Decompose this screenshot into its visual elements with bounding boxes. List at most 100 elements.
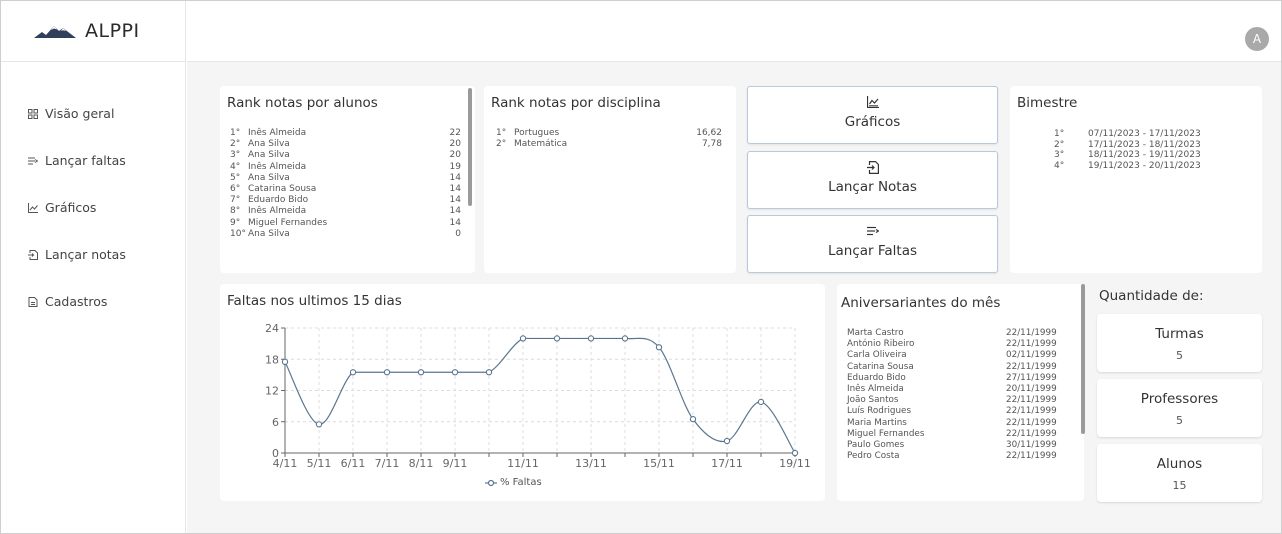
bimestre-card: Bimestre 1° 07/11/2023 - 17/11/2023 2° 17/1… <box>1010 86 1262 273</box>
sidebar-item-graficos[interactable]: Gráficos <box>1 184 185 231</box>
subject-name: Portugues <box>514 128 560 138</box>
x-tick-label: 8/11 <box>409 457 434 470</box>
x-tick-label: 19/11 <box>779 457 811 470</box>
birthday-date: 02/11/1999 <box>1006 350 1057 361</box>
rank-position: 2° <box>230 139 241 150</box>
sidebar-item-label: Visão geral <box>45 106 115 121</box>
list-item: Eduardo Bido 27/11/1999 <box>847 373 1066 384</box>
student-score: 20 <box>449 150 461 161</box>
student-name: Ana Silva <box>248 228 290 239</box>
list-item: Inês Almeida 20/11/1999 <box>847 384 1066 395</box>
sidebar-item-visao-geral[interactable]: Visão geral <box>1 90 185 137</box>
dashboard-main: Rank notas por alunos 1° Inês Almeida 22 2°… <box>187 62 1281 533</box>
list-item: 5° Ana Silva 14 <box>230 173 461 184</box>
lancar-notas-button[interactable]: Lançar Notas <box>747 151 998 209</box>
list-item: 2° Ana Silva 20 <box>230 139 461 150</box>
data-point <box>757 398 765 406</box>
bimestre-range: 17/11/2023 - 18/11/2023 <box>1088 139 1201 150</box>
data-point <box>621 335 629 342</box>
data-point <box>417 369 425 376</box>
sidebar-item-label: Gráficos <box>45 200 97 215</box>
rank-position: 9° <box>230 217 241 228</box>
bimestre-list: 1° 07/11/2023 - 17/11/2023 2° 17/11/2023 - … <box>1054 129 1201 171</box>
y-tick-label: 18 <box>265 353 279 366</box>
chart-icon <box>748 96 997 110</box>
professores-card[interactable]: Professores 5 <box>1097 379 1262 437</box>
data-point <box>451 369 459 376</box>
data-point <box>519 335 527 342</box>
rank-position: 4° <box>230 161 241 172</box>
birthday-date: 22/11/1999 <box>1006 406 1057 417</box>
rank-position: 7° <box>230 195 241 206</box>
student-score: 14 <box>449 172 461 183</box>
data-point <box>315 421 323 428</box>
rank-position: 1° <box>496 128 507 138</box>
grid-icon <box>27 108 39 120</box>
birthday-date: 22/11/1999 <box>1006 339 1057 350</box>
list-item: 2° 17/11/2023 - 18/11/2023 <box>1054 140 1201 151</box>
sidebar-item-lancar-notas[interactable]: Lançar notas <box>1 231 185 278</box>
list-item: Maria Martins 22/11/1999 <box>847 418 1066 429</box>
list-item: 1° 07/11/2023 - 17/11/2023 <box>1054 129 1201 140</box>
birthday-date: 27/11/1999 <box>1006 372 1057 383</box>
student-name: Ana Silva <box>248 139 290 150</box>
graficos-button[interactable]: Gráficos <box>747 86 998 144</box>
rank-alunos-scrollbar[interactable] <box>468 88 472 206</box>
turmas-label: Turmas <box>1155 326 1204 342</box>
turmas-card[interactable]: Turmas 5 <box>1097 314 1262 372</box>
birthday-date: 22/11/1999 <box>1006 451 1057 462</box>
data-point <box>587 335 595 342</box>
rank-alunos-list: 1° Inês Almeida 22 2° Ana Silva 20 3° Ana Silva… <box>230 128 461 240</box>
birthday-date: 22/11/1999 <box>1006 361 1057 372</box>
rank-disciplina-card: Rank notas por disciplina 1° Portugues 16,… <box>484 86 736 273</box>
top-bar: A <box>187 1 1281 62</box>
chart-icon <box>27 202 39 214</box>
list-arrow-icon <box>748 225 997 239</box>
student-name: Catarina Sousa <box>248 183 317 194</box>
x-tick-label: 13/11 <box>575 457 607 470</box>
sidebar-item-label: Lançar faltas <box>45 153 126 168</box>
logo[interactable]: ALPPI <box>1 1 185 62</box>
list-item: 6° Catarina Sousa 14 <box>230 184 461 195</box>
list-item: 8° Inês Almeida 14 <box>230 206 461 217</box>
sidebar-item-label: Cadastros <box>45 294 108 309</box>
birthday-name: Miguel Fernandes <box>847 428 925 439</box>
birthday-date: 22/11/1999 <box>1006 428 1057 439</box>
list-item: João Santos 22/11/1999 <box>847 395 1066 406</box>
birthday-date: 22/11/1999 <box>1006 328 1057 338</box>
list-item: Miguel Fernandes 22/11/1999 <box>847 429 1066 440</box>
lancar-faltas-button[interactable]: Lançar Faltas <box>747 215 998 273</box>
chart-legend[interactable]: % Faltas <box>485 477 542 488</box>
aniversariantes-list: Marta Castro 22/11/1999 António Ribeiro 22/… <box>847 328 1066 462</box>
birthday-name: Carla Oliveira <box>847 350 907 361</box>
data-point <box>281 358 289 366</box>
document-icon <box>27 296 39 308</box>
list-item: 10° Ana Silva 0 <box>230 229 461 240</box>
birthday-name: Maria Martins <box>847 417 907 428</box>
aniversariantes-scrollbar[interactable] <box>1081 284 1085 434</box>
legend-marker-icon <box>485 479 497 486</box>
mountain-logo-icon <box>34 26 76 38</box>
sidebar-item-lancar-faltas[interactable]: Lançar faltas <box>1 137 185 184</box>
chart-legend-label: % Faltas <box>500 477 542 488</box>
birthday-date: 30/11/1999 <box>1006 439 1057 450</box>
list-item: 4° Inês Almeida 19 <box>230 162 461 173</box>
birthday-name: Catarina Sousa <box>847 361 914 372</box>
alunos-card[interactable]: Alunos 15 <box>1097 444 1262 502</box>
y-tick-label: 6 <box>272 416 279 429</box>
bimestre-range: 18/11/2023 - 19/11/2023 <box>1088 150 1201 160</box>
rank-position: 8° <box>230 206 241 217</box>
avatar[interactable]: A <box>1245 27 1269 51</box>
sidebar-item-cadastros[interactable]: Cadastros <box>1 278 185 325</box>
x-tick-label: 11/11 <box>507 457 539 470</box>
student-score: 14 <box>449 183 461 194</box>
y-tick-label: 12 <box>265 385 279 398</box>
rank-disciplina-list: 1° Portugues 16,62 2° Matemática 7,78 <box>496 128 722 150</box>
app-name: ALPPI <box>85 20 140 42</box>
birthday-name: Eduardo Bido <box>847 372 906 383</box>
x-tick-label: 6/11 <box>341 457 366 470</box>
lancar-faltas-button-label: Lançar Faltas <box>827 243 918 259</box>
birthday-name: António Ribeiro <box>847 339 915 350</box>
rank-alunos-card: Rank notas por alunos 1° Inês Almeida 22 2°… <box>220 86 475 273</box>
data-point <box>349 369 357 376</box>
